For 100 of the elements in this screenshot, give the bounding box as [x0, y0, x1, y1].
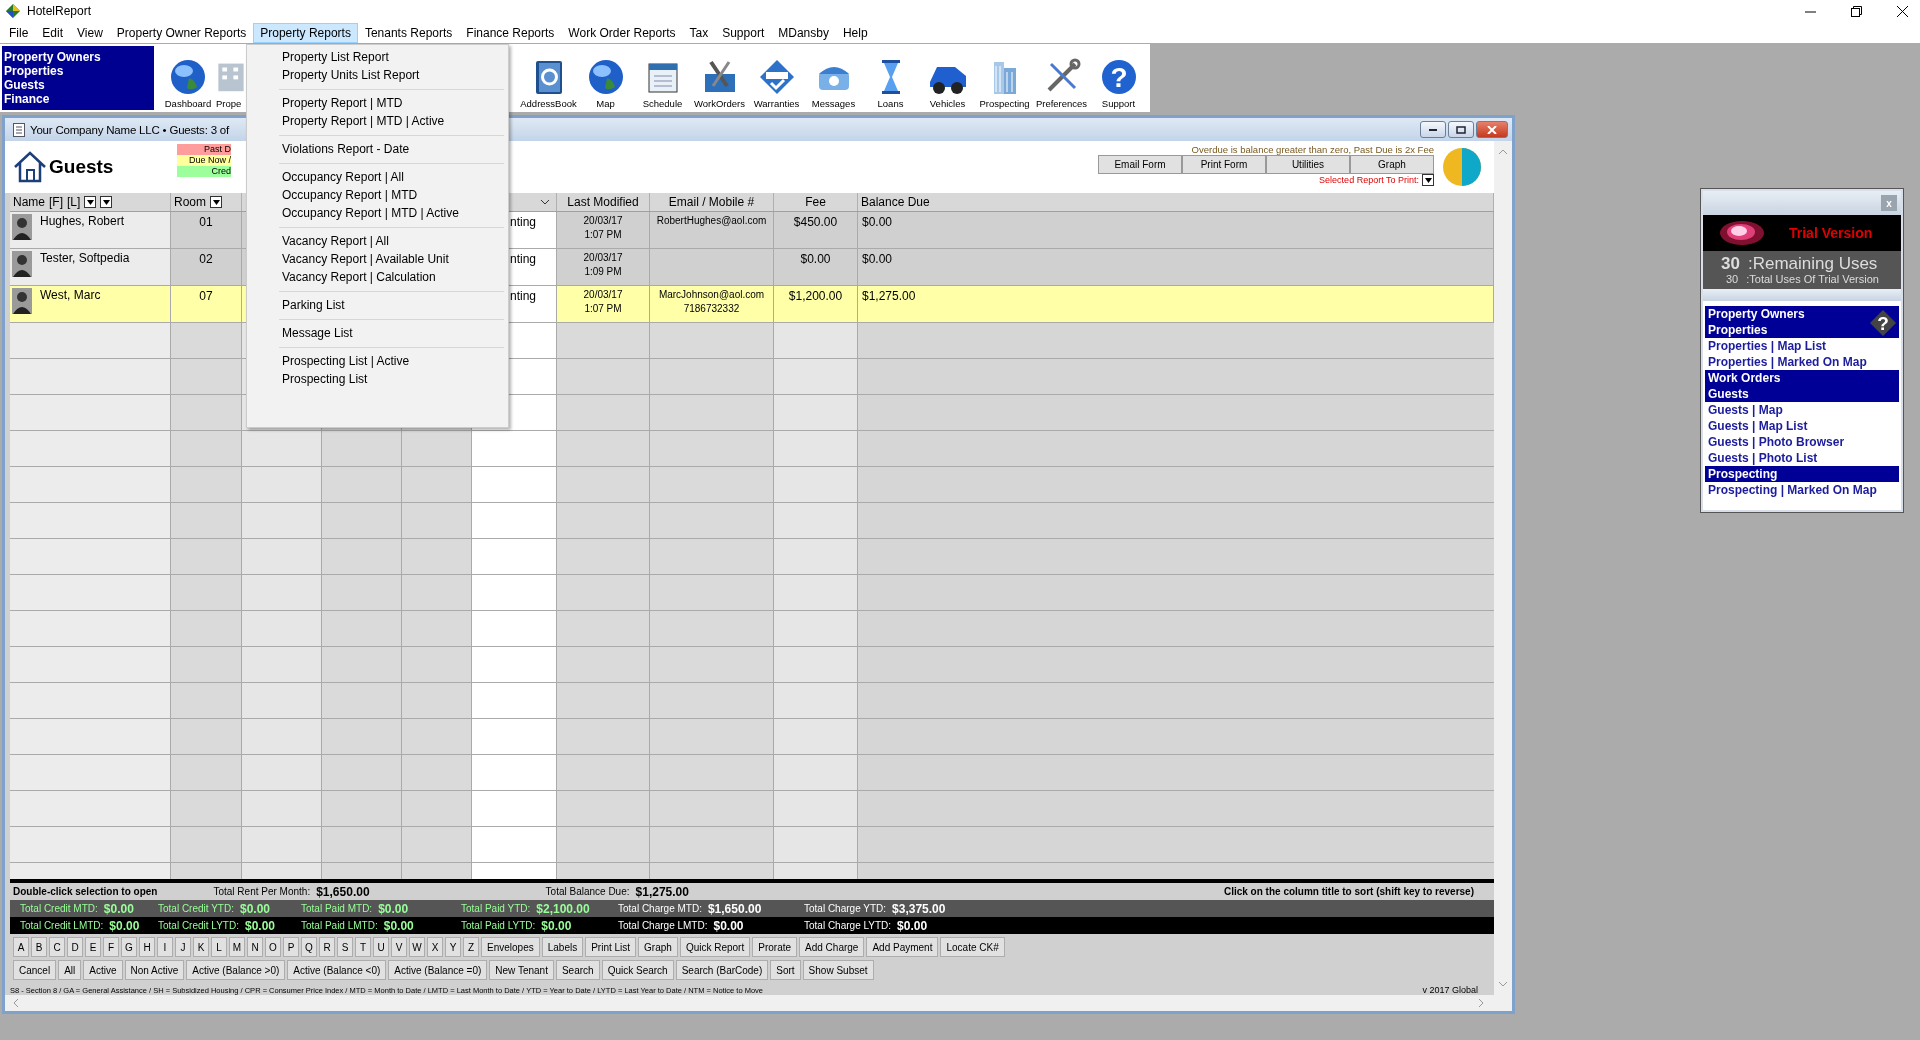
column-header[interactable]: Room	[174, 195, 206, 209]
letter-filter-button[interactable]: T	[355, 937, 371, 957]
menu-item[interactable]: Property Owner Reports	[109, 22, 254, 43]
letter-filter-button[interactable]: Z	[463, 937, 479, 957]
panel-link[interactable]: Guests | Map	[1705, 402, 1899, 418]
action-button[interactable]: Non Active	[124, 960, 185, 980]
form-button[interactable]: Graph	[1350, 155, 1434, 174]
toolbar-button[interactable]: Loans	[862, 58, 919, 112]
menu-item[interactable]: Work Order Reports	[561, 22, 683, 43]
menu-item[interactable]: Prospecting List	[249, 370, 506, 388]
quick-link[interactable]: Guests	[4, 78, 154, 92]
action-button[interactable]: Quick Search	[601, 960, 674, 980]
letter-filter-button[interactable]: Q	[301, 937, 317, 957]
action-button[interactable]: Labels	[541, 937, 584, 957]
menu-item[interactable]: Property Units List Report	[249, 66, 506, 84]
menu-item[interactable]: Occupancy Report | MTD	[249, 186, 506, 204]
menu-item[interactable]: Occupancy Report | All	[249, 168, 506, 186]
letter-filter-button[interactable]: F	[103, 937, 119, 957]
toolbar-button[interactable]: WorkOrders	[691, 58, 748, 112]
menu-item[interactable]: Prospecting List | Active	[249, 352, 506, 370]
report-dropdown[interactable]	[1422, 174, 1434, 186]
menu-item[interactable]: Property List Report	[249, 48, 506, 66]
form-button[interactable]: Print Form	[1182, 155, 1266, 174]
menu-item[interactable]: Tax	[682, 22, 716, 43]
action-button[interactable]: Add Payment	[866, 937, 939, 957]
toolbar-button[interactable]: AddressBook	[520, 58, 577, 112]
column-header[interactable]: Name	[13, 195, 45, 209]
letter-filter-button[interactable]: Y	[445, 937, 461, 957]
panel-link[interactable]: Guests | Map List	[1705, 418, 1899, 434]
section-header[interactable]: Guests	[1705, 386, 1899, 402]
action-button[interactable]: Search (BarCode)	[675, 960, 769, 980]
dropdown-button[interactable]	[84, 196, 97, 208]
form-button[interactable]: Email Form	[1098, 155, 1182, 174]
panel-link[interactable]: Guests | Photo List	[1705, 450, 1899, 466]
action-button[interactable]: Cancel	[13, 960, 57, 980]
toolbar-button[interactable]: Preferences	[1033, 58, 1090, 112]
letter-filter-button[interactable]: N	[247, 937, 263, 957]
menu-item[interactable]: File	[2, 22, 36, 43]
toolbar-button[interactable]: Dashboard	[160, 58, 216, 112]
menu-item[interactable]: MDansby	[771, 22, 836, 43]
action-button[interactable]: Print List	[585, 937, 637, 957]
toolbar-button[interactable]: ? Support	[1090, 58, 1147, 112]
toolbar-button[interactable]: Warranties	[748, 58, 805, 112]
toolbar-button[interactable]: Prospecting	[976, 58, 1033, 112]
letter-filter-button[interactable]: S	[337, 937, 353, 957]
toolbar-button[interactable]: Prope	[216, 58, 248, 112]
letter-filter-button[interactable]: C	[49, 937, 65, 957]
action-button[interactable]: Active (Balance =0)	[388, 960, 488, 980]
maximize-button[interactable]	[1448, 121, 1474, 138]
letter-filter-button[interactable]: X	[427, 937, 443, 957]
toolbar-button[interactable]: Vehicles	[919, 58, 976, 112]
toolbar-button[interactable]: Messages	[805, 58, 862, 112]
action-button[interactable]: Prorate	[752, 937, 798, 957]
filter-label[interactable]: [L]	[67, 195, 81, 209]
action-button[interactable]: Show Subset	[802, 960, 874, 980]
action-button[interactable]: Active (Balance <0)	[287, 960, 387, 980]
action-button[interactable]: Graph	[638, 937, 678, 957]
section-header[interactable]: Work Orders	[1705, 370, 1899, 386]
column-header[interactable]: Fee	[805, 195, 826, 209]
letter-filter-button[interactable]: P	[283, 937, 299, 957]
action-button[interactable]: Sort	[770, 960, 801, 980]
action-button[interactable]: Envelopes	[481, 937, 540, 957]
action-button[interactable]: Locate CK#	[940, 937, 1005, 957]
letter-filter-button[interactable]: W	[409, 937, 425, 957]
close-icon[interactable]	[1897, 5, 1908, 17]
close-button[interactable]	[1476, 121, 1508, 138]
panel-link[interactable]: Guests | Photo Browser	[1705, 434, 1899, 450]
minimize-button[interactable]	[1420, 121, 1446, 138]
panel-link[interactable]: Prospecting | Marked On Map	[1705, 482, 1899, 498]
letter-filter-button[interactable]: L	[211, 937, 227, 957]
menu-item[interactable]: Edit	[35, 22, 71, 43]
column-header[interactable]: Balance Due	[861, 195, 930, 209]
action-button[interactable]: Quick Report	[679, 937, 751, 957]
column-header[interactable]: Email / Mobile #	[668, 195, 755, 209]
letter-filter-button[interactable]: J	[175, 937, 191, 957]
menu-item[interactable]: Tenants Reports	[357, 22, 460, 43]
menu-item[interactable]: Help	[835, 22, 875, 43]
menu-item[interactable]: Message List	[249, 324, 506, 342]
toolbar-button[interactable]: Schedule	[634, 58, 691, 112]
action-button[interactable]: New Tenant	[489, 960, 554, 980]
letter-filter-button[interactable]: E	[85, 937, 101, 957]
menu-item[interactable]: Property Report | MTD | Active	[249, 112, 506, 130]
filter-label[interactable]: [F]	[49, 195, 63, 209]
letter-filter-button[interactable]: K	[193, 937, 209, 957]
section-header[interactable]: Prospecting	[1705, 466, 1899, 482]
column-header[interactable]: Last Modified	[567, 195, 639, 209]
letter-filter-button[interactable]: M	[229, 937, 245, 957]
action-button[interactable]: Active	[83, 960, 123, 980]
dropdown-button[interactable]	[210, 196, 222, 208]
menu-item[interactable]: Property Report | MTD	[249, 94, 506, 112]
letter-filter-button[interactable]: B	[31, 937, 47, 957]
letter-filter-button[interactable]: R	[319, 937, 335, 957]
action-button[interactable]: Search	[555, 960, 600, 980]
menu-item[interactable]: Finance Reports	[459, 22, 562, 43]
dropdown-caret-icon[interactable]	[540, 199, 550, 205]
action-button[interactable]: Active (Balance >0)	[186, 960, 286, 980]
letter-filter-button[interactable]: O	[265, 937, 281, 957]
letter-filter-button[interactable]: U	[373, 937, 389, 957]
panel-link[interactable]: Properties | Map List	[1705, 338, 1899, 354]
menu-item[interactable]: Property Reports	[253, 22, 358, 43]
